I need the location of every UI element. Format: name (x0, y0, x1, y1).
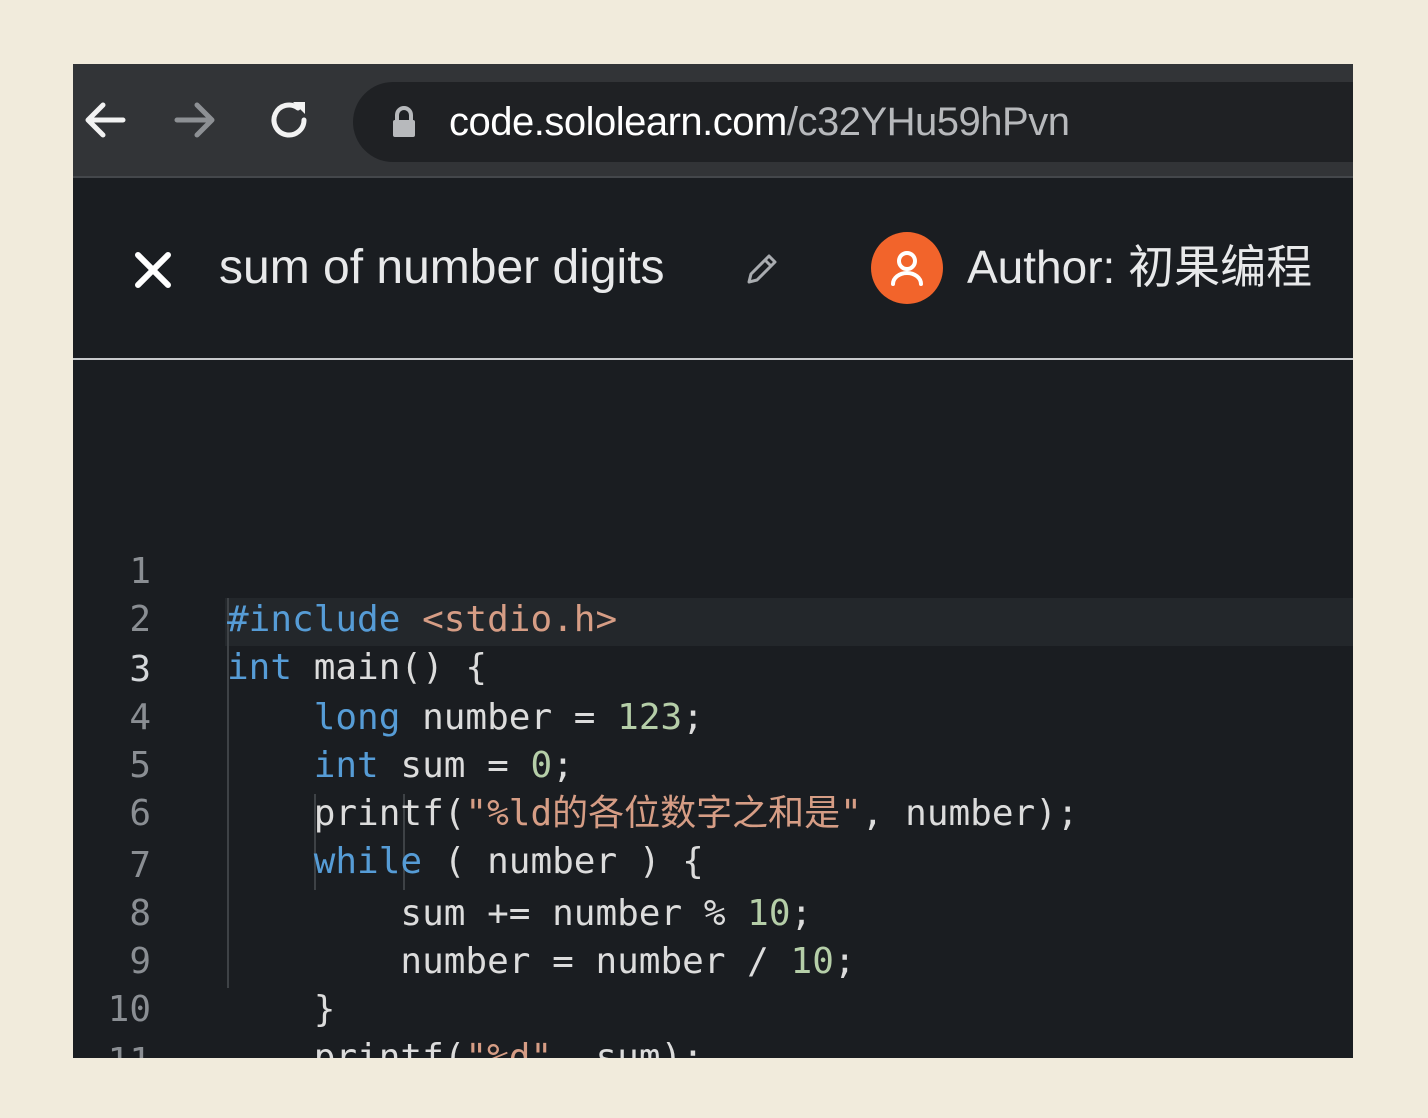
line-number: 11 (73, 1038, 151, 1058)
reload-button[interactable] (265, 88, 313, 152)
code-line: 9 } (73, 890, 1353, 1030)
forward-button[interactable] (171, 88, 219, 152)
lock-icon (393, 106, 415, 137)
forward-arrow-icon (174, 102, 215, 138)
code-header: sum of number digits Author: 初果编程 (73, 178, 1353, 358)
url-path: /c32YHu59hPvn (786, 100, 1070, 144)
code-line: 5 printf("%ld的各位数字之和是", number); (73, 694, 1353, 834)
pencil-icon (747, 254, 777, 284)
user-icon (891, 251, 923, 286)
code-line: 10 printf("%d", sum); (73, 938, 1353, 1058)
reload-icon (271, 102, 307, 138)
code-line: 4 int sum = 0; (73, 646, 1353, 786)
back-arrow-icon (85, 102, 126, 138)
close-icon (135, 252, 171, 288)
code-line-active: 3 long number = 123; (73, 598, 1353, 738)
code-line: 1 #include <stdio.h> (73, 500, 1353, 640)
address-bar[interactable]: code.sololearn.com/c32YHu59hPvn (353, 82, 1353, 162)
author-label: Author: 初果编程 (967, 241, 1313, 293)
code-line: 11 } (73, 990, 1353, 1058)
code-editor[interactable]: 1 #include <stdio.h> 2 int main() { 3 lo… (73, 360, 1353, 1058)
edit-title-button[interactable] (743, 250, 781, 292)
back-button[interactable] (81, 88, 129, 152)
code-line: 2 int main() { (73, 548, 1353, 688)
author-avatar[interactable] (871, 232, 943, 304)
url-domain: code.sololearn.com (449, 100, 787, 144)
code-line: 6 while ( number ) { (73, 742, 1353, 882)
close-button[interactable] (133, 250, 173, 290)
code-line: 8 number = number / 10; (73, 842, 1353, 982)
url-text: code.sololearn.com/c32YHu59hPvn (449, 96, 1070, 148)
code-line: 7 sum += number % 10; (73, 794, 1353, 934)
app-window: code.sololearn.com/c32YHu59hPvn sum of n… (73, 64, 1353, 1058)
browser-toolbar: code.sololearn.com/c32YHu59hPvn (73, 64, 1353, 178)
code-title: sum of number digits (219, 241, 665, 294)
